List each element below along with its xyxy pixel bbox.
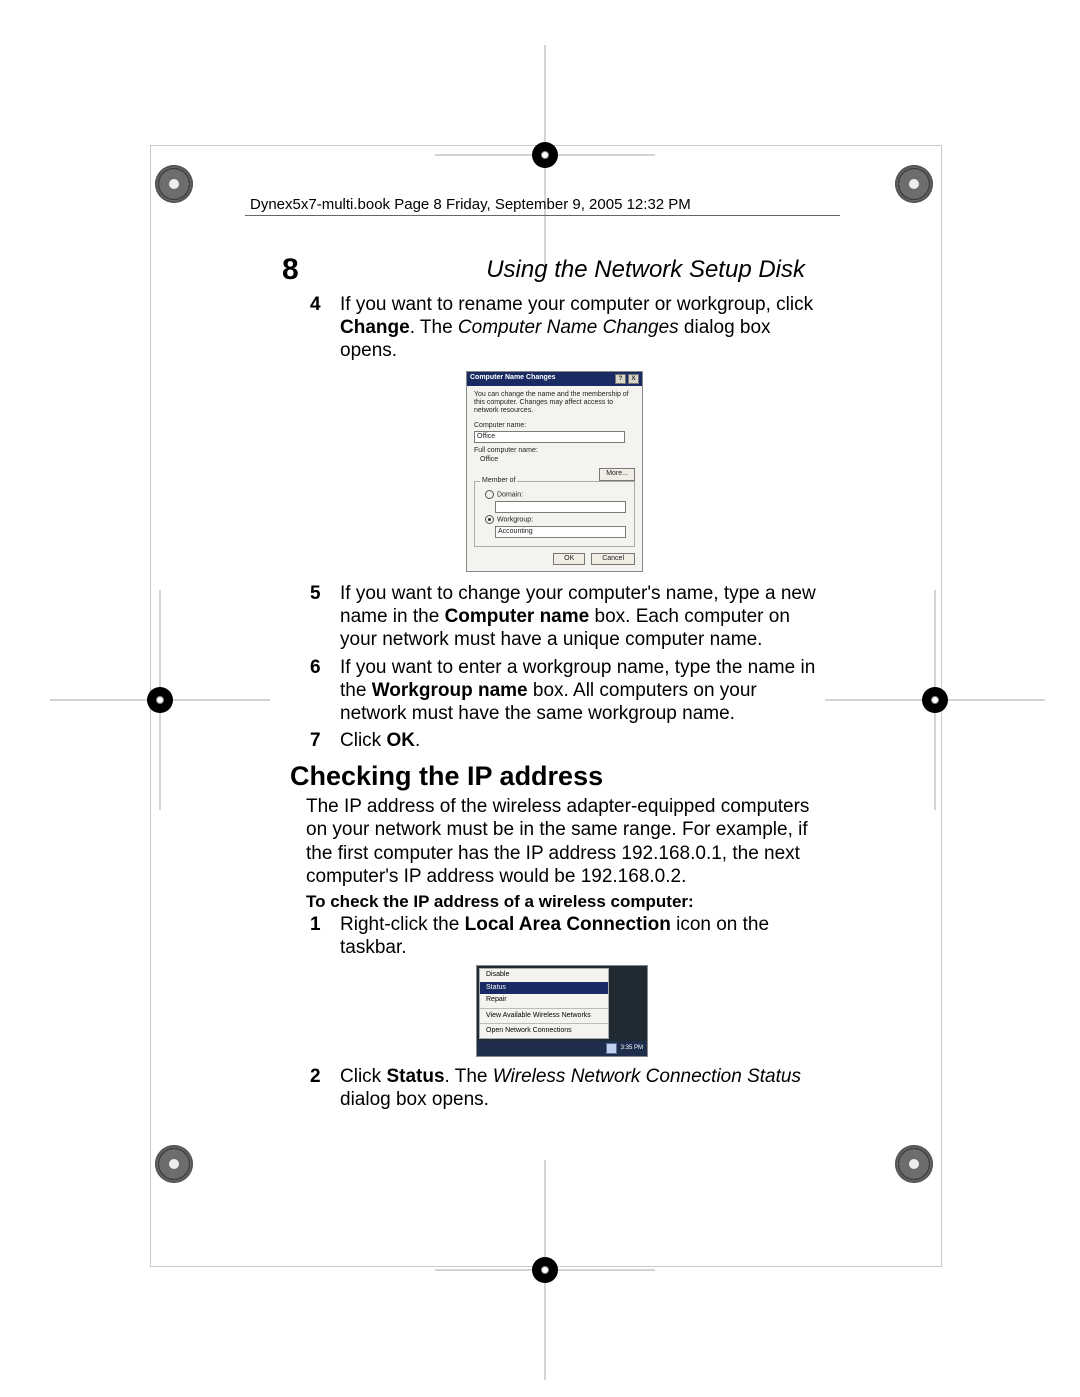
step-number: 4: [310, 293, 321, 316]
step-2: 2 Click Status. The Wireless Network Con…: [290, 1065, 825, 1111]
section-heading: Checking the IP address: [290, 760, 825, 793]
full-computer-name-value: Office: [474, 456, 635, 465]
workgroup-radio[interactable]: Workgroup:: [485, 515, 628, 525]
running-header: Dynex5x7-multi.book Page 8 Friday, Septe…: [250, 196, 691, 213]
step-number: 7: [310, 729, 321, 752]
network-icon[interactable]: [606, 1043, 617, 1054]
step-4: 4 If you want to rename your computer or…: [290, 293, 825, 572]
step-7: 7 Click OK.: [290, 729, 825, 752]
step-text: Click Status. The Wireless Network Conne…: [340, 1066, 801, 1110]
workgroup-field[interactable]: Accounting: [495, 526, 626, 538]
step-text: If you want to change your computer's na…: [340, 583, 816, 650]
dialog-title: Computer Name Changes: [470, 374, 556, 384]
step-1: 1 Right-click the Local Area Connection …: [290, 913, 825, 1057]
menu-item-status[interactable]: Status: [480, 982, 608, 995]
close-icon[interactable]: X: [628, 374, 639, 384]
dialog-description: You can change the name and the membersh…: [474, 391, 635, 416]
step-6: 6 If you want to enter a workgroup name,…: [290, 656, 825, 726]
menu-item-open-connections[interactable]: Open Network Connections: [480, 1025, 608, 1038]
registration-mark-icon: [895, 165, 933, 203]
step-5: 5 If you want to change your computer's …: [290, 582, 825, 652]
menu-item-view-networks[interactable]: View Available Wireless Networks: [480, 1010, 608, 1023]
crop-mark-icon: [515, 125, 575, 185]
help-icon[interactable]: ?: [615, 374, 626, 384]
full-computer-name-label: Full computer name:: [474, 447, 635, 456]
ok-button[interactable]: OK: [553, 553, 585, 566]
page-title: Using the Network Setup Disk: [486, 256, 805, 284]
registration-mark-icon: [155, 165, 193, 203]
registration-mark-icon: [895, 1145, 933, 1183]
step-number: 2: [310, 1065, 321, 1088]
page-number: 8: [282, 253, 299, 287]
step-text: If you want to rename your computer or w…: [340, 294, 813, 361]
page-content: 4 If you want to rename your computer or…: [290, 293, 825, 1115]
step-text: If you want to enter a workgroup name, t…: [340, 657, 815, 724]
registration-mark-icon: [155, 1145, 193, 1183]
step-number: 1: [310, 913, 321, 936]
header-rule: [245, 215, 840, 216]
step-number: 5: [310, 582, 321, 605]
crop-mark-icon: [130, 670, 190, 730]
menu-separator: [480, 1023, 608, 1024]
crop-mark-icon: [515, 1240, 575, 1300]
menu-separator: [480, 1008, 608, 1009]
procedure-title: To check the IP address of a wireless co…: [290, 892, 825, 913]
member-of-legend: Member of: [480, 477, 517, 486]
computer-name-field[interactable]: Office: [474, 431, 625, 443]
menu-item-repair[interactable]: Repair: [480, 994, 608, 1007]
cancel-button[interactable]: Cancel: [591, 553, 635, 566]
computer-name-label: Computer name:: [474, 422, 635, 431]
crop-mark-icon: [905, 670, 965, 730]
domain-field[interactable]: [495, 501, 626, 513]
step-text: Right-click the Local Area Connection ic…: [340, 914, 769, 958]
taskbar-context-menu: Disable Status Repair View Available Wir…: [476, 965, 648, 1057]
step-number: 6: [310, 656, 321, 679]
step-text: Click OK.: [340, 730, 420, 751]
taskbar-clock: 3:35 PM: [621, 1045, 643, 1052]
domain-radio[interactable]: Domain:: [485, 490, 628, 500]
section-paragraph: The IP address of the wireless adapter-e…: [290, 795, 825, 888]
computer-name-changes-dialog: Computer Name Changes ? X You can change…: [466, 371, 643, 573]
more-button[interactable]: More...: [599, 468, 635, 481]
menu-item-disable[interactable]: Disable: [480, 969, 608, 982]
dialog-titlebar: Computer Name Changes ? X: [467, 372, 642, 386]
